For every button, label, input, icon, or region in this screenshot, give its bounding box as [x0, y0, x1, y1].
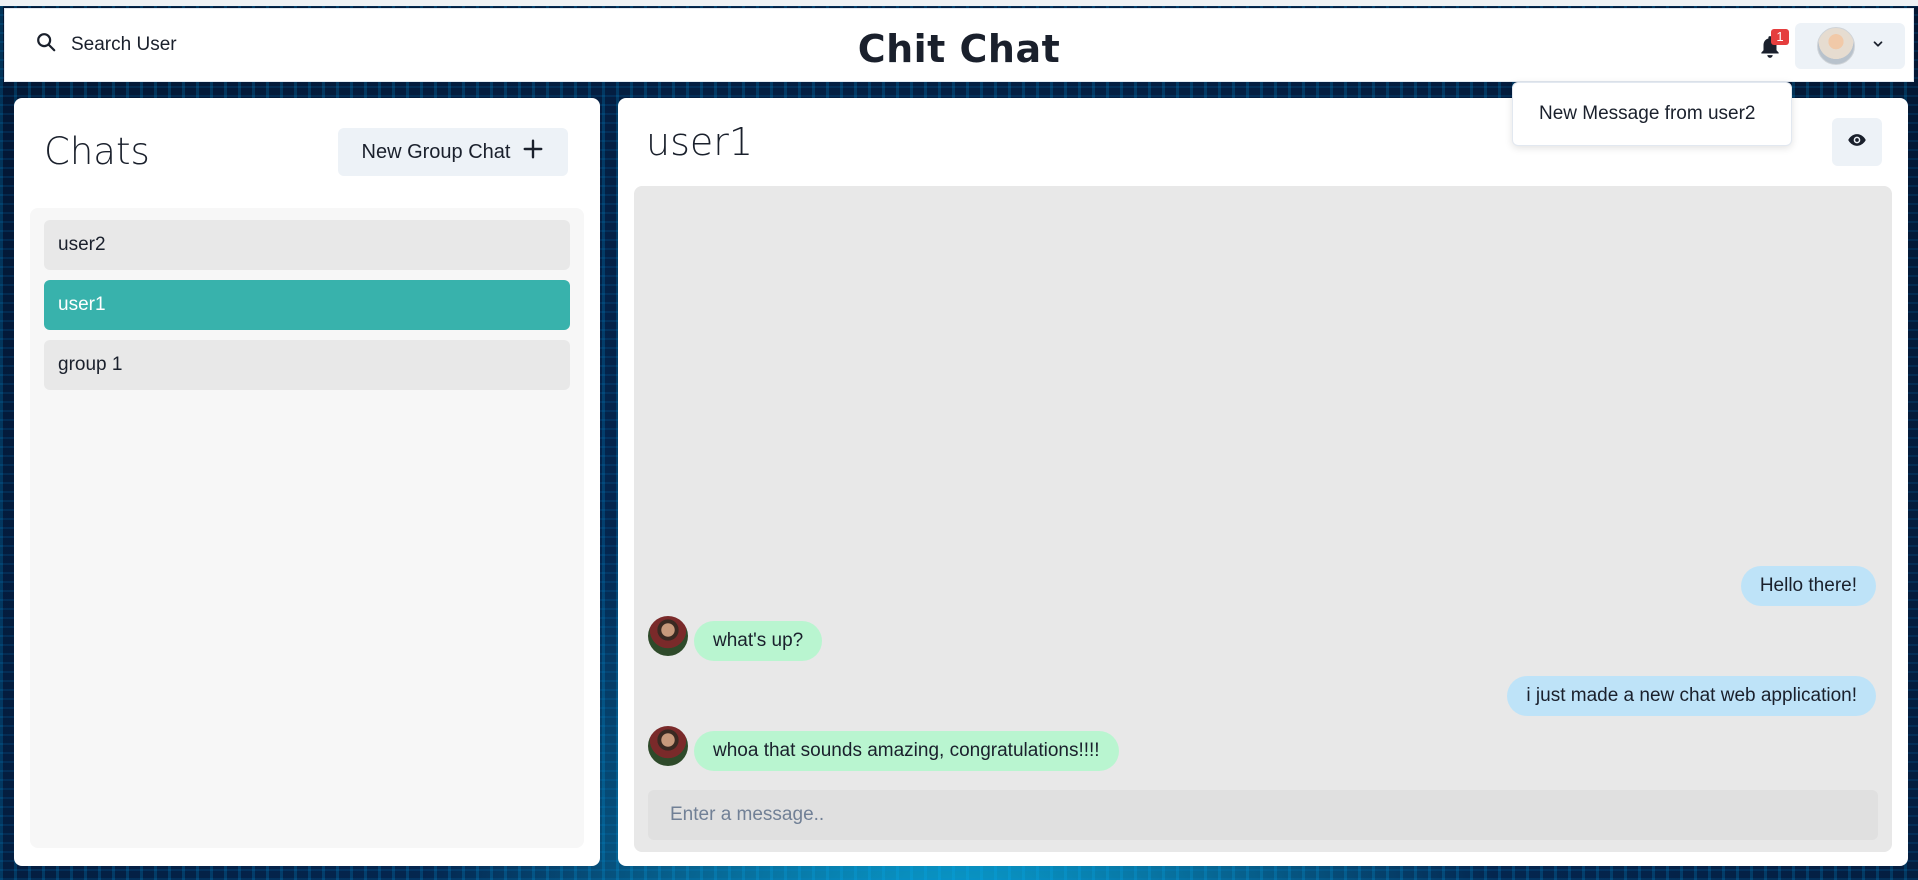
new-group-chat-label: New Group Chat [361, 140, 511, 163]
avatar [648, 726, 688, 766]
app-title: Chit Chat [857, 27, 1061, 71]
browser-strip [0, 0, 1918, 6]
chat-item-user2[interactable]: user2 [44, 220, 570, 270]
view-profile-button[interactable] [1832, 118, 1882, 166]
top-header: Search User Chit Chat 1 [4, 8, 1914, 82]
message-bubble-sent: Hello there! [1740, 566, 1876, 606]
message-bubble-received: whoa that sounds amazing, congratulation… [694, 731, 1119, 771]
conversation-panel: user1 Hello there! what's up? i just mad… [618, 98, 1908, 866]
messages-area: Hello there! what's up? i just made a ne… [634, 186, 1892, 852]
plus-icon [522, 138, 544, 166]
chat-item-user1[interactable]: user1 [44, 280, 570, 330]
chat-item-group-1[interactable]: group 1 [44, 340, 570, 390]
chevron-down-icon [1871, 37, 1885, 56]
notification-badge: 1 [1771, 29, 1789, 45]
bell-icon [1757, 36, 1783, 65]
chats-title: Chats [44, 130, 150, 173]
notification-bell-button[interactable]: 1 [1757, 29, 1789, 65]
new-group-chat-button[interactable]: New Group Chat [338, 128, 568, 176]
message-input[interactable] [648, 790, 1878, 840]
avatar [648, 616, 688, 656]
message-bubble-sent: i just made a new chat web application! [1507, 676, 1876, 716]
avatar [1817, 27, 1855, 65]
message-bubble-received: what's up? [694, 621, 823, 661]
eye-icon [1847, 130, 1867, 155]
conversation-title: user1 [646, 120, 754, 164]
chat-list: user2 user1 group 1 [30, 208, 584, 848]
notification-item[interactable]: New Message from user2 [1512, 82, 1792, 146]
profile-menu-button[interactable] [1795, 23, 1905, 69]
chats-sidebar: Chats New Group Chat user2 user1 group 1 [14, 98, 600, 866]
